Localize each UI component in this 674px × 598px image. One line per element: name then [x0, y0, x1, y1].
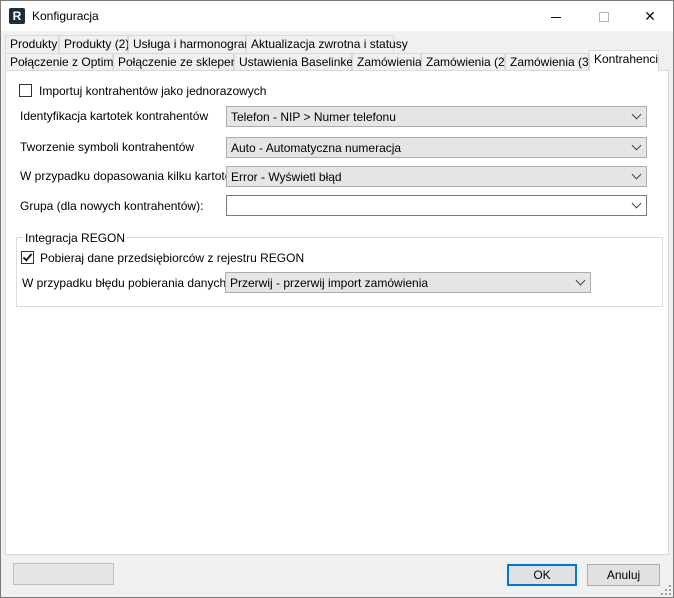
tab-zamowienia[interactable]: Zamówienia [352, 53, 422, 71]
regon-on-error-select[interactable]: Przerwij - przerwij import zamówienia [225, 272, 591, 293]
tab-zamowienia-2[interactable]: Zamówienia (2) [421, 53, 509, 71]
tab-produkty[interactable]: Produkty [5, 35, 59, 53]
ok-button[interactable]: OK [507, 564, 577, 586]
app-logo-icon: R [9, 8, 25, 24]
symbols-label: Tworzenie symboli kontrahentów [20, 140, 195, 154]
multiple-match-select[interactable]: Error - Wyświetl błąd [226, 166, 647, 187]
import-oneoff-label: Importuj kontrahentów jako jednorazowych [39, 84, 267, 98]
chevron-down-icon [631, 140, 642, 151]
identification-value: Telefon - NIP > Numer telefonu [231, 110, 396, 124]
tab-produkty-2[interactable]: Produkty (2) [59, 35, 129, 53]
minimize-icon [551, 16, 561, 18]
checkmark-icon [22, 251, 33, 262]
kontrahenci-panel: Importuj kontrahentów jako jednorazowych… [5, 70, 669, 555]
tab-kontrahenci[interactable]: Kontrahenci [589, 50, 659, 71]
symbols-select[interactable]: Auto - Automatyczna numeracja [226, 137, 647, 158]
tab-polaczenie-sklep[interactable]: Połączenie ze sklepem [113, 53, 241, 71]
identification-label: Identyfikacja kartotek kontrahentów [20, 109, 209, 123]
disabled-button [13, 563, 114, 585]
regon-on-error-value: Przerwij - przerwij import zamówienia [230, 276, 429, 290]
regon-legend: Integracja REGON [23, 231, 128, 245]
multiple-match-value: Error - Wyświetl błąd [231, 170, 342, 184]
tab-zamowienia-3[interactable]: Zamówienia (3) [505, 53, 593, 71]
symbols-value: Auto - Automatyczna numeracja [231, 141, 402, 155]
identification-select[interactable]: Telefon - NIP > Numer telefonu [226, 106, 647, 127]
config-window: R Konfiguracja ✕ Produkty Produkty (2) U… [0, 0, 674, 598]
close-icon: ✕ [644, 8, 656, 24]
regon-on-error-label: W przypadku błędu pobierania danych: [22, 276, 230, 290]
cancel-button[interactable]: Anuluj [587, 564, 660, 586]
multiple-match-label: W przypadku dopasowania kilku kartotek [20, 169, 238, 183]
resize-grip-icon[interactable] [661, 585, 671, 595]
tab-polaczenie-optima[interactable]: Połączenie z Optima [5, 53, 120, 71]
window-title: Konfiguracja [32, 9, 99, 23]
tab-usluga-harmonogram[interactable]: Usługa i harmonogram [128, 35, 254, 53]
chevron-down-icon [631, 109, 642, 120]
regon-fetch-label: Pobieraj dane przedsiębiorców z rejestru… [40, 251, 305, 265]
group-select[interactable] [226, 195, 647, 216]
tab-aktualizacja-zwrotna[interactable]: Aktualizacja zwrotna i statusy [246, 35, 408, 53]
chevron-down-icon [631, 198, 642, 209]
group-label: Grupa (dla nowych kontrahentów): [20, 199, 204, 213]
close-button[interactable]: ✕ [627, 1, 673, 31]
maximize-icon [599, 12, 609, 23]
maximize-button [581, 1, 627, 31]
regon-fetch-checkbox[interactable] [21, 251, 34, 264]
chevron-down-icon [575, 275, 586, 286]
title-bar[interactable]: R Konfiguracja ✕ [1, 1, 673, 31]
import-oneoff-checkbox[interactable] [19, 84, 32, 97]
tab-ustawienia-baselinker[interactable]: Ustawienia Baselinker [234, 53, 357, 71]
minimize-button[interactable] [533, 1, 579, 31]
chevron-down-icon [631, 169, 642, 180]
